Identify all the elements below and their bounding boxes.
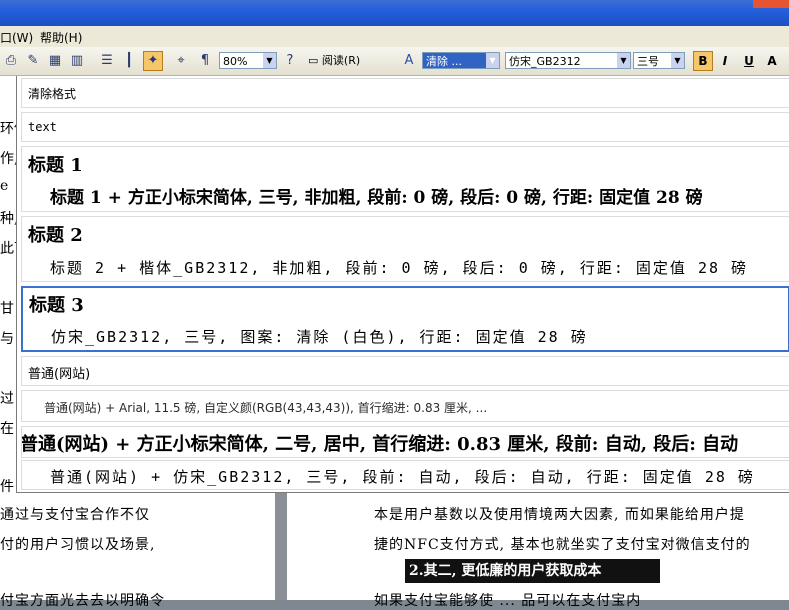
- bars-icon[interactable]: ┃: [120, 52, 138, 70]
- text-fragment: 甘: [0, 301, 14, 317]
- body-line: 付的用户习惯以及场景,: [0, 537, 156, 553]
- style-item-heading-1[interactable]: 标题 1 标题 1 + 方正小标宋简体, 三号, 非加粗, 段前: 0 磅, 段…: [21, 146, 789, 212]
- style-select[interactable]: 清除 ... ▼: [422, 52, 500, 69]
- text-fragment: e: [0, 178, 9, 194]
- style-item-text[interactable]: text: [21, 112, 789, 142]
- body-line: 捷的NFC支付方式, 基本也就坐实了支付宝对微信支付的: [374, 537, 751, 553]
- style-item-normal-web[interactable]: 普通(网站): [21, 356, 789, 386]
- body-line: 本是用户基数以及使用情境两大因素, 而如果能给用户提: [374, 507, 745, 523]
- menu-window[interactable]: 口(W): [0, 29, 33, 46]
- underline-button[interactable]: U: [740, 52, 758, 70]
- help-icon[interactable]: ?: [281, 52, 299, 70]
- text-fragment: 与: [0, 331, 14, 347]
- close-button[interactable]: [753, 0, 789, 8]
- chevron-down-icon[interactable]: ▼: [263, 53, 276, 68]
- menu-help[interactable]: 帮助(H): [40, 29, 82, 46]
- font-color-button[interactable]: A: [763, 52, 781, 70]
- text-fragment: 过: [0, 391, 14, 407]
- book-icon: ▭: [308, 54, 319, 67]
- style-item-normal-web-title[interactable]: 普通(网站) + 方正小标宋简体, 二号, 居中, 首行缩进: 0.83 厘米,…: [21, 426, 789, 458]
- map-icon[interactable]: ⌖: [172, 52, 190, 70]
- style-icon[interactable]: A: [400, 52, 418, 70]
- drawing-icon[interactable]: ✦: [143, 51, 163, 71]
- font-size-select[interactable]: 三号 ▼: [633, 52, 685, 69]
- zoom-select[interactable]: 80% ▼: [219, 52, 277, 69]
- format-painter-icon[interactable]: ¶: [196, 52, 214, 70]
- read-button[interactable]: ▭ 阅读(R): [305, 52, 375, 69]
- edit-icon[interactable]: ✎: [24, 52, 42, 70]
- formatting-toolbar: ⎙ ✎ ▦ ▥ ☰ ┃ ✦ ⌖ ¶ 80% ▼ ? ▭ 阅读(R) A 清除 ..…: [0, 47, 789, 76]
- selected-heading[interactable]: 2.其二, 更低廉的用户获取成本: [405, 559, 660, 583]
- font-select[interactable]: 仿宋_GB2312 ▼: [505, 52, 631, 69]
- style-item-heading-2[interactable]: 标题 2 标题 2 + 楷体_GB2312, 非加粗, 段前: 0 磅, 段后:…: [21, 216, 789, 282]
- list-icon[interactable]: ☰: [98, 52, 116, 70]
- italic-button[interactable]: I: [716, 52, 734, 70]
- body-line: 如果支付宝能够使 ... 品可以在支付宝内: [374, 593, 642, 609]
- text-fragment: 在: [0, 421, 14, 437]
- style-item-clear-format[interactable]: 清除格式: [21, 78, 789, 108]
- style-item-heading-3[interactable]: 标题 3 仿宋_GB2312, 三号, 图案: 清除 (白色), 行距: 固定值…: [21, 286, 789, 352]
- table-icon[interactable]: ▦: [46, 52, 64, 70]
- chevron-down-icon[interactable]: ▼: [486, 53, 499, 68]
- columns-icon[interactable]: ▥: [68, 52, 86, 70]
- styles-dropdown-panel: 清除格式 text 标题 1 标题 1 + 方正小标宋简体, 三号, 非加粗, …: [16, 76, 789, 493]
- text-fragment: 件: [0, 479, 14, 495]
- window-title-bar: [0, 0, 789, 26]
- body-line: 付宝方面光去去以明确令: [0, 593, 165, 609]
- style-item-normal-web-fangsong[interactable]: 普通(网站) + 仿宋_GB2312, 三号, 段前: 自动, 段后: 自动, …: [21, 460, 789, 490]
- chevron-down-icon[interactable]: ▼: [671, 53, 684, 68]
- menu-bar: 口(W) 帮助(H): [0, 26, 789, 48]
- chevron-down-icon[interactable]: ▼: [617, 53, 630, 68]
- style-item-normal-web-arial[interactable]: 普通(网站) + Arial, 11.5 磅, 自定义颜(RGB(43,43,4…: [21, 390, 789, 422]
- print-icon[interactable]: ⎙: [2, 52, 20, 70]
- bold-button[interactable]: B: [693, 51, 713, 71]
- body-line: 通过与支付宝合作不仅: [0, 507, 150, 523]
